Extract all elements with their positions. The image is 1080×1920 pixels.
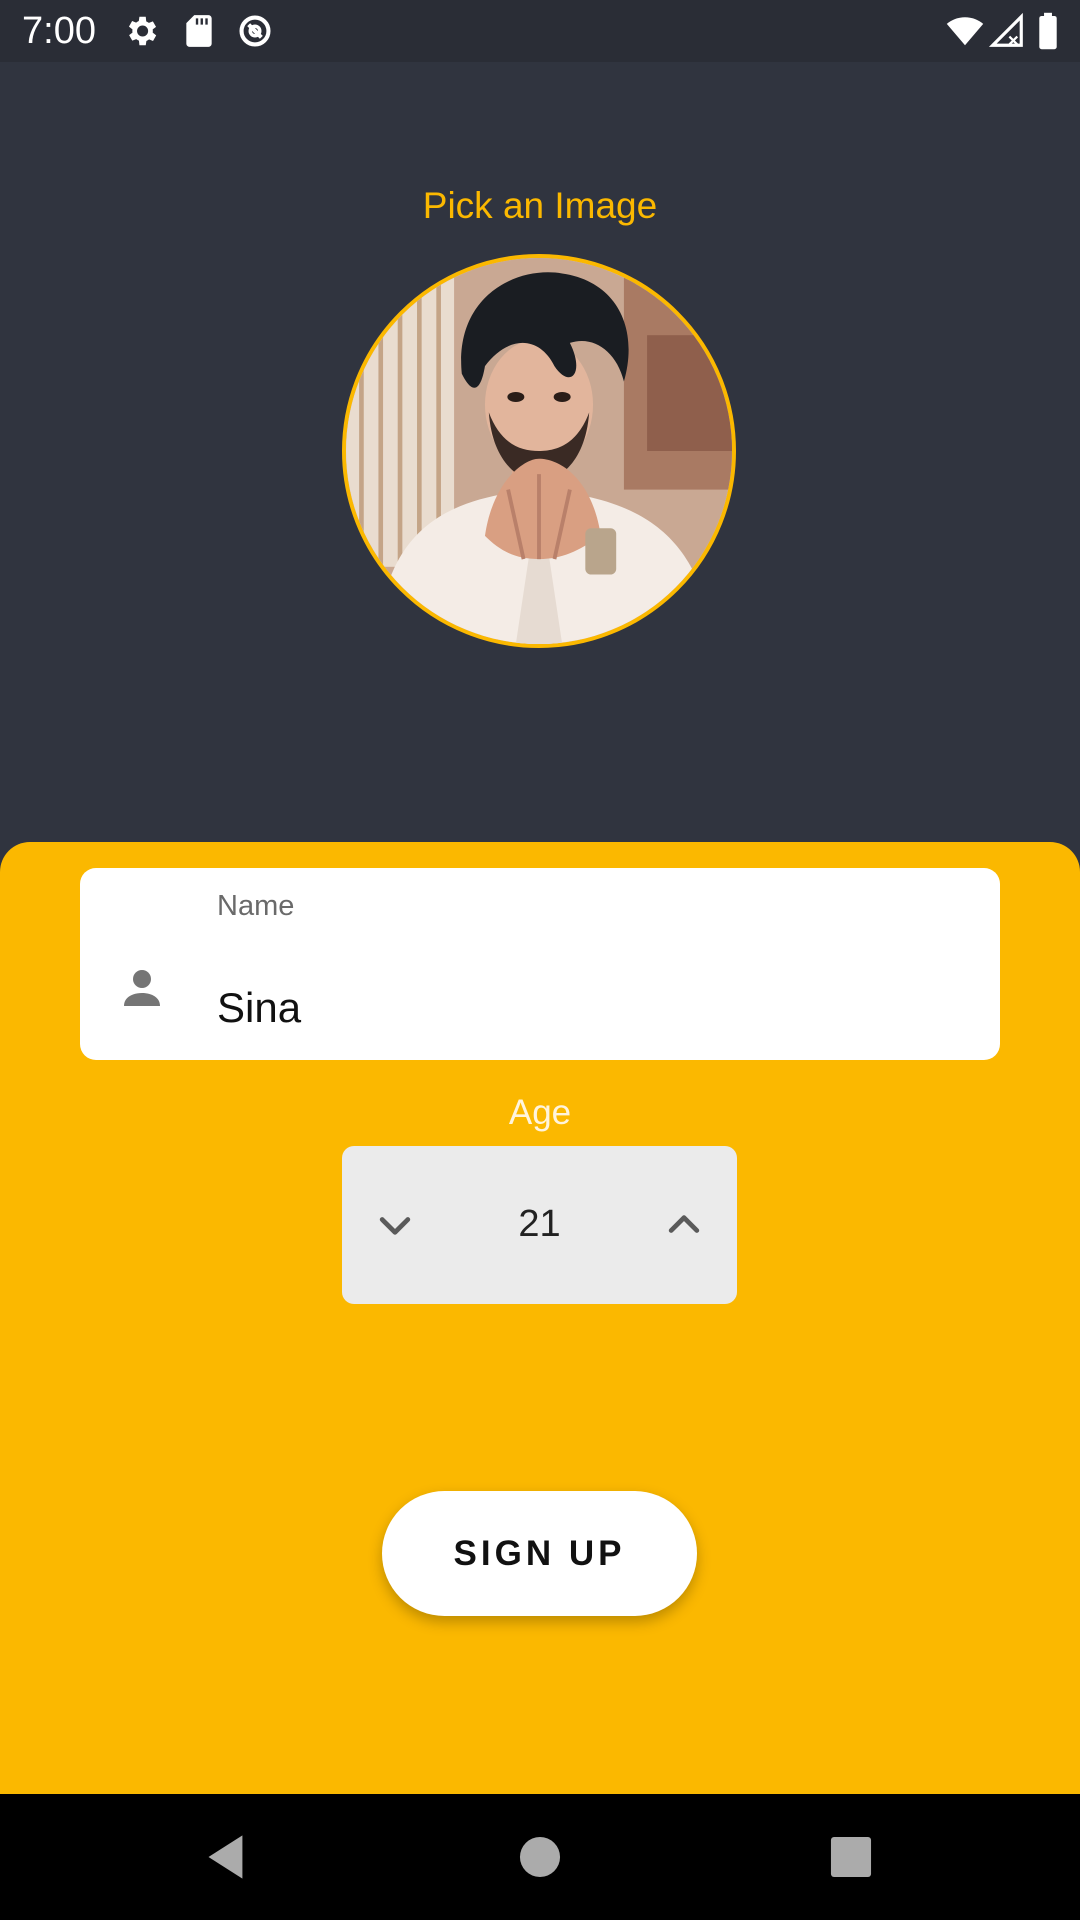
age-label: Age [508,1093,572,1132]
wifi-icon [944,12,986,50]
navigation-bar [0,1794,1080,1920]
name-field[interactable]: Name [80,868,1000,1060]
chevron-up-icon[interactable] [649,1190,719,1260]
person-icon [118,964,166,1012]
name-label: Name [217,890,295,922]
cell-signal-icon [988,12,1026,50]
back-icon[interactable] [190,1820,264,1894]
avatar[interactable] [342,254,736,648]
gear-icon [122,12,160,50]
sd-card-icon [180,12,218,50]
sign-up-button[interactable]: SIGN UP [382,1491,697,1616]
age-stepper[interactable]: 21 [342,1146,737,1304]
battery-icon [1036,12,1060,50]
pick-image-label[interactable]: Pick an Image [0,178,1080,234]
status-bar: 7:00 [0,0,1080,62]
sync-icon [236,12,274,50]
home-icon[interactable] [503,1820,577,1894]
status-time: 7:00 [22,10,96,52]
profile-photo [346,258,732,644]
name-input[interactable] [217,982,957,1034]
recents-icon[interactable] [814,1820,888,1894]
